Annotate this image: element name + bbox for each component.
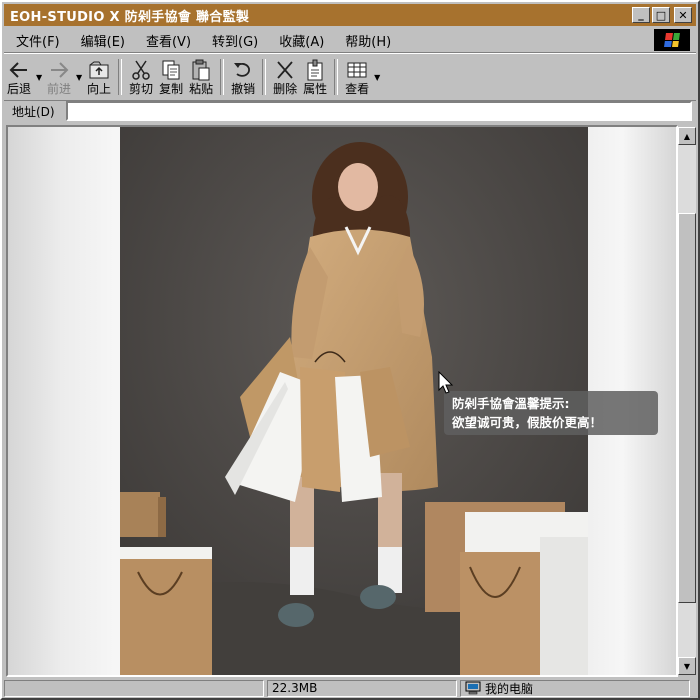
explorer-window: EOH-STUDIO X 防剁手協會 聯合監製 _ □ ✕ 文件(F) 编辑(E… (0, 0, 700, 700)
status-location: 我的电脑 (485, 681, 534, 696)
up-label: 向上 (87, 82, 112, 96)
up-button[interactable]: 向上 (84, 55, 114, 99)
back-label: 后退 (7, 82, 32, 96)
undo-icon (231, 58, 255, 82)
window-controls: _ □ ✕ (632, 7, 692, 23)
properties-button[interactable]: 属性 (300, 55, 330, 99)
address-input[interactable] (66, 101, 692, 121)
content-viewport: 防剁手協會溫馨提示: 欲望诚可贵，假肢价更高！ (6, 125, 678, 677)
minimize-icon: _ (638, 8, 644, 21)
status-panel-location: 我的电脑 (460, 679, 690, 697)
close-icon: ✕ (678, 8, 688, 22)
status-size: 22.3MB (272, 681, 318, 695)
menu-view[interactable]: 查看(V) (134, 31, 200, 50)
view-dropdown-icon[interactable]: ▼ (372, 55, 382, 99)
scroll-up-button[interactable]: ▲ (678, 127, 696, 145)
vertical-scrollbar[interactable]: ▲ ▼ (678, 127, 696, 675)
menu-edit[interactable]: 编辑(E) (69, 31, 134, 50)
menu-go[interactable]: 转到(G) (200, 31, 267, 50)
arrow-right-icon (47, 58, 71, 82)
close-button[interactable]: ✕ (674, 7, 692, 23)
copy-label: 复制 (159, 82, 184, 96)
windows-flag-icon (664, 33, 680, 47)
toolbar-separator (220, 59, 225, 95)
menu-bar: 文件(F) 编辑(E) 查看(V) 转到(G) 收藏(A) 帮助(H) (4, 28, 696, 53)
address-bar: 地址(D) (4, 100, 696, 122)
view-label: 查看 (345, 82, 370, 96)
back-button[interactable]: 后退 (4, 55, 34, 99)
cut-label: 剪切 (129, 82, 154, 96)
delete-button[interactable]: 删除 (270, 55, 300, 99)
undo-label: 撤销 (231, 82, 256, 96)
scissors-icon (129, 58, 153, 82)
properties-icon (303, 58, 327, 82)
delete-label: 删除 (273, 82, 298, 96)
paste-button[interactable]: 粘贴 (186, 55, 216, 99)
toolbar-separator (262, 59, 267, 95)
forward-dropdown-icon[interactable]: ▼ (74, 55, 84, 99)
mouse-pointer-icon (438, 370, 454, 398)
forward-button[interactable]: 前进 (44, 55, 74, 99)
address-label: 地址(D) (12, 104, 55, 119)
toolbar-separator (118, 59, 123, 95)
view-grid-icon (345, 58, 369, 82)
tooltip-message: 欲望诚可贵，假肢价更高！ (452, 415, 603, 430)
menu-help[interactable]: 帮助(H) (333, 31, 400, 50)
forward-label: 前进 (47, 82, 72, 96)
status-bar: 22.3MB 我的电脑 (4, 678, 696, 698)
toolbar-separator (334, 59, 339, 95)
cut-button[interactable]: 剪切 (126, 55, 156, 99)
status-panel-size: 22.3MB (267, 679, 457, 697)
scroll-down-button[interactable]: ▼ (678, 657, 696, 675)
tooltip: 防剁手協會溫馨提示: 欲望诚可贵，假肢价更高！ (444, 391, 658, 435)
delete-x-icon (273, 58, 297, 82)
undo-button[interactable]: 撤销 (228, 55, 258, 99)
copy-icon (159, 58, 183, 82)
paste-label: 粘贴 (189, 82, 214, 96)
title-bar[interactable]: EOH-STUDIO X 防剁手協會 聯合監製 _ □ ✕ (4, 4, 696, 26)
maximize-icon: □ (655, 8, 667, 22)
arrow-left-icon (7, 58, 31, 82)
computer-icon (465, 681, 481, 695)
paste-icon (189, 58, 213, 82)
window-title: EOH-STUDIO X 防剁手協會 聯合監製 (10, 9, 250, 25)
scrollbar-thumb[interactable] (678, 213, 696, 603)
status-panel-empty (4, 679, 264, 697)
view-button[interactable]: 查看 (342, 55, 372, 99)
copy-button[interactable]: 复制 (156, 55, 186, 99)
tooltip-title: 防剁手協會溫馨提示: (452, 396, 570, 411)
arrow-up-icon: ▲ (683, 131, 691, 141)
toolbar: 后退 ▼ 前进 ▼ 向上 剪切 复制 粘贴 撤销 删除 属性 查看 ▼ (4, 53, 696, 101)
windows-logo (654, 29, 690, 51)
menu-favorites[interactable]: 收藏(A) (267, 31, 333, 50)
menu-file[interactable]: 文件(F) (4, 31, 69, 50)
maximize-button[interactable]: □ (652, 7, 670, 23)
arrow-down-icon: ▼ (683, 661, 691, 671)
folder-up-icon (87, 58, 111, 82)
properties-label: 属性 (303, 82, 328, 96)
back-dropdown-icon[interactable]: ▼ (34, 55, 44, 99)
minimize-button[interactable]: _ (632, 7, 650, 23)
